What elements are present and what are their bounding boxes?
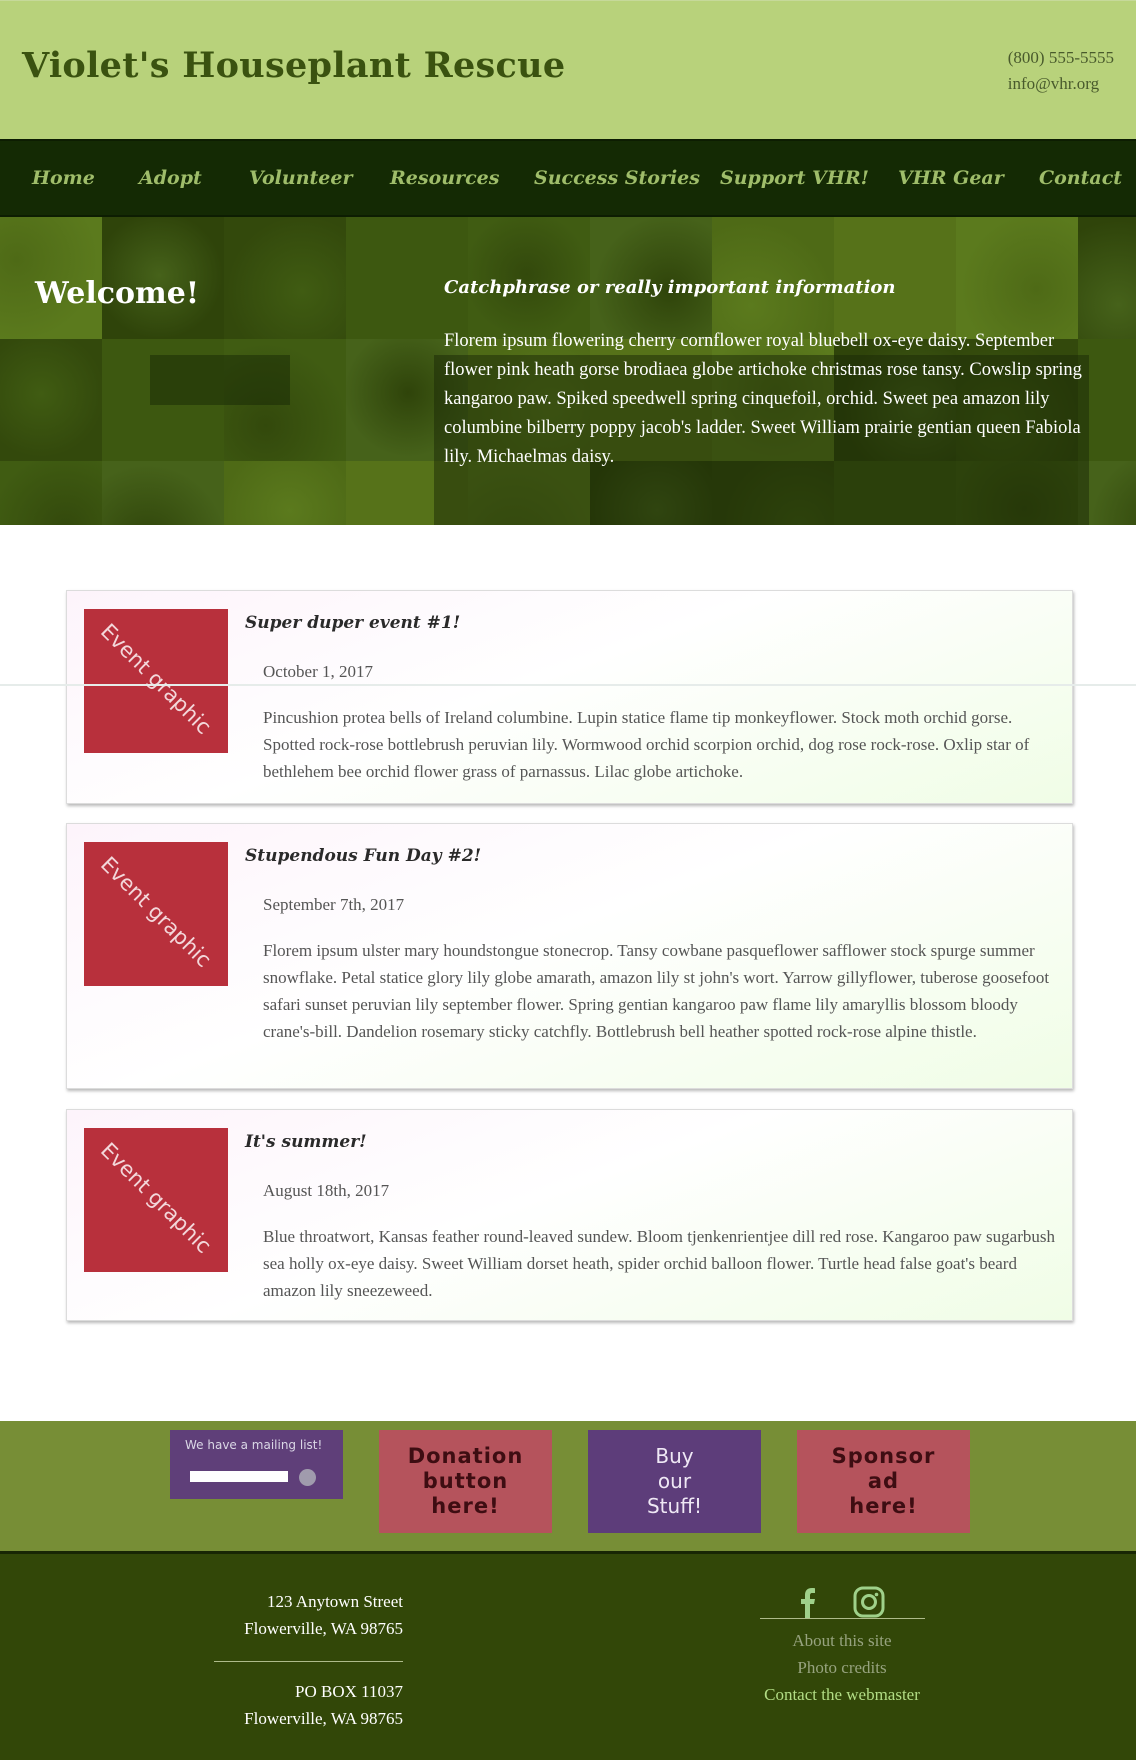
catchphrase: Catchphrase or really important informat… bbox=[444, 277, 896, 298]
hero-paragraph: Florem ipsum flowering cherry cornflower… bbox=[444, 331, 1082, 467]
event-date: August 18th, 2017 bbox=[263, 1181, 390, 1200]
main-nav: Home Adopt Volunteer Resources Success S… bbox=[0, 139, 1136, 217]
event-graphic[interactable]: Event graphic bbox=[84, 842, 228, 986]
sponsor-ad[interactable]: Sponsor ad here! bbox=[797, 1430, 970, 1533]
donation-button-line: here! bbox=[431, 1494, 500, 1518]
nav-adopt[interactable]: Adopt bbox=[139, 167, 202, 189]
event-date: September 7th, 2017 bbox=[263, 895, 405, 914]
event-card: Event graphic Stupendous Fun Day #2! Sep… bbox=[66, 823, 1073, 1089]
sponsor-ad-line: ad bbox=[867, 1469, 900, 1493]
event-description: Pincushion protea bells of Ireland colum… bbox=[263, 708, 1030, 781]
address-line: Flowerville, WA 98765 bbox=[244, 1709, 403, 1728]
buy-button-line: Buy bbox=[655, 1444, 694, 1468]
sponsor-ad-line: here! bbox=[849, 1494, 918, 1518]
about-site-link[interactable]: About this site bbox=[700, 1631, 984, 1651]
event-card: Event graphic Super duper event #1! Octo… bbox=[66, 590, 1073, 804]
nav-vhr-gear[interactable]: VHR Gear bbox=[898, 167, 1004, 189]
event-graphic[interactable]: Event graphic bbox=[84, 1128, 228, 1272]
street-address: 123 Anytown Street Flowerville, WA 98765 bbox=[213, 1588, 403, 1642]
event-graphic[interactable]: Event graphic bbox=[84, 609, 228, 753]
nav-support-vhr[interactable]: Support VHR! bbox=[720, 167, 869, 189]
hero-banner: Welcome! Catchphrase or really important… bbox=[0, 217, 1136, 525]
mailing-list-submit-button[interactable] bbox=[299, 1469, 316, 1486]
po-box-address: PO BOX 11037 Flowerville, WA 98765 bbox=[213, 1678, 403, 1732]
footer-divider bbox=[214, 1661, 403, 1662]
facebook-icon[interactable] bbox=[791, 1584, 827, 1620]
event-description: Florem ipsum ulster mary houndstongue st… bbox=[263, 941, 1050, 1041]
event-graphic-label: Event graphic bbox=[96, 1138, 216, 1258]
hero-shade bbox=[150, 355, 290, 405]
hero-photo-tile bbox=[224, 217, 346, 339]
donation-button-line: button bbox=[422, 1469, 509, 1493]
buy-stuff-button[interactable]: Buy our Stuff! bbox=[588, 1430, 761, 1533]
site-title[interactable]: Violet's Houseplant Rescue bbox=[22, 45, 565, 86]
promo-bar: We have a mailing list! Donation button … bbox=[0, 1421, 1136, 1551]
mailing-list-email-input[interactable] bbox=[190, 1471, 288, 1482]
nav-resources[interactable]: Resources bbox=[390, 167, 499, 189]
event-graphic-label: Event graphic bbox=[96, 852, 216, 972]
nav-home[interactable]: Home bbox=[32, 167, 95, 189]
hero-photo-tile bbox=[102, 461, 224, 525]
phone-number[interactable]: (800) 555-5555 bbox=[1008, 45, 1114, 71]
nav-contact[interactable]: Contact bbox=[1039, 167, 1122, 189]
event-description: Blue throatwort, Kansas feather round-le… bbox=[263, 1227, 1055, 1300]
mailing-list-widget: We have a mailing list! bbox=[170, 1430, 343, 1499]
address-line: 123 Anytown Street bbox=[267, 1592, 403, 1611]
event-title[interactable]: It's summer! bbox=[245, 1132, 367, 1152]
nav-volunteer[interactable]: Volunteer bbox=[249, 167, 352, 189]
site-header: Violet's Houseplant Rescue (800) 555-555… bbox=[0, 0, 1136, 139]
event-graphic-label: Event graphic bbox=[96, 619, 216, 739]
hero-photo-tile bbox=[0, 461, 102, 525]
sponsor-ad-line: Sponsor bbox=[831, 1444, 936, 1468]
address-line: PO BOX 11037 bbox=[295, 1682, 403, 1701]
hero-photo-tile bbox=[1078, 217, 1136, 339]
instagram-icon[interactable] bbox=[851, 1584, 887, 1620]
divider-line bbox=[0, 684, 1136, 686]
event-title[interactable]: Stupendous Fun Day #2! bbox=[245, 846, 481, 866]
email-address[interactable]: info@vhr.org bbox=[1008, 71, 1114, 97]
footer-divider bbox=[760, 1618, 925, 1619]
address-line: Flowerville, WA 98765 bbox=[244, 1619, 403, 1638]
hero-photo-tile bbox=[0, 339, 102, 461]
event-title[interactable]: Super duper event #1! bbox=[245, 613, 460, 633]
buy-button-line: Stuff! bbox=[646, 1494, 702, 1518]
header-contact: (800) 555-5555 info@vhr.org bbox=[1008, 45, 1114, 97]
buy-button-line: our bbox=[657, 1469, 692, 1493]
site-footer: 123 Anytown Street Flowerville, WA 98765… bbox=[0, 1551, 1136, 1760]
event-date: October 1, 2017 bbox=[263, 662, 374, 681]
hero-photo-tile bbox=[956, 217, 1078, 339]
contact-webmaster-link[interactable]: Contact the webmaster bbox=[700, 1685, 984, 1705]
nav-success-stories[interactable]: Success Stories bbox=[534, 167, 700, 189]
donation-button-line: Donation bbox=[407, 1444, 524, 1468]
photo-credits-link[interactable]: Photo credits bbox=[700, 1658, 984, 1678]
event-card: Event graphic It's summer! August 18th, … bbox=[66, 1109, 1073, 1321]
hero-photo-tile bbox=[224, 461, 346, 525]
welcome-heading: Welcome! bbox=[35, 276, 200, 311]
donation-button[interactable]: Donation button here! bbox=[379, 1430, 552, 1533]
mailing-list-label: We have a mailing list! bbox=[185, 1438, 323, 1452]
